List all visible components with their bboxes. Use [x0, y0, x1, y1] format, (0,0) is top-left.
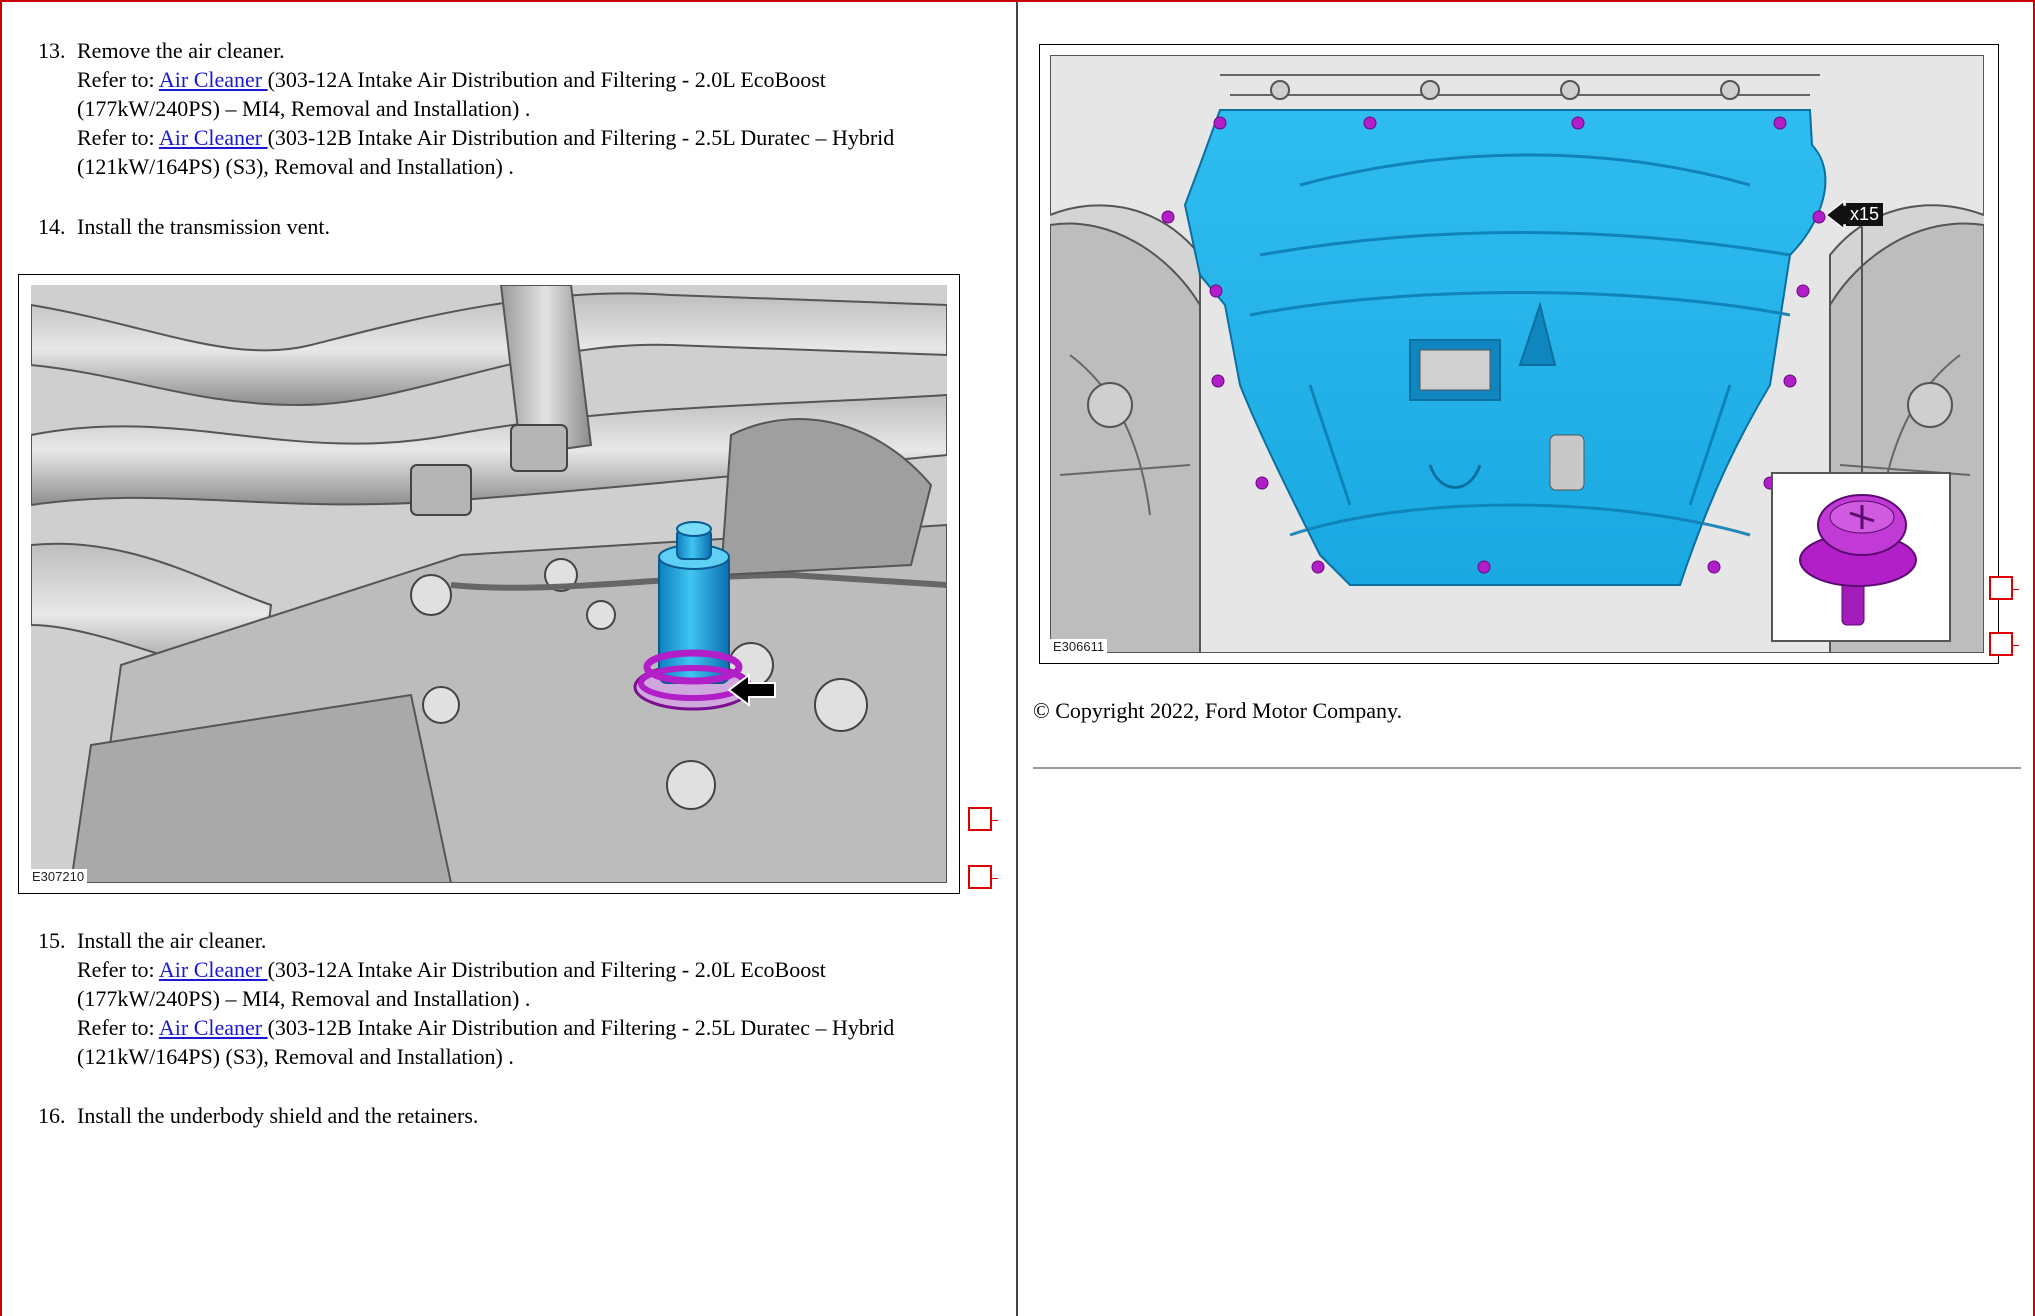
- checkbox[interactable]: [1989, 632, 2019, 656]
- transmission-vent-figure: E307210: [18, 274, 960, 894]
- checkbox[interactable]: [968, 865, 998, 889]
- step-title: Remove the air cleaner.: [77, 38, 285, 63]
- copyright: © Copyright 2022, Ford Motor Company.: [1033, 698, 1403, 723]
- callout-count: x15: [1846, 203, 1884, 226]
- reference-line: Refer to: Air Cleaner (303-12A Intake Ai…: [77, 67, 826, 92]
- step-number: 15.: [38, 928, 66, 953]
- divider: [1033, 767, 2021, 769]
- left-page: 13. Remove the air cleaner. Refer to: Ai…: [0, 0, 1018, 1316]
- step-15: 15. Install the air cleaner. Refer to: A…: [38, 926, 998, 1076]
- figure-label: E306611: [1050, 639, 1108, 654]
- step-13: 13. Remove the air cleaner. Refer to: Ai…: [38, 36, 998, 186]
- reference-line-cont: (121kW/164PS) (S3), Removal and Installa…: [77, 154, 514, 179]
- underbody-illustration: [1050, 55, 1984, 653]
- step-title: Install the air cleaner.: [77, 928, 267, 953]
- right-page: x15 E306611 © Copyright 2022, Ford Motor…: [1018, 0, 2035, 1316]
- reference-line: Refer to: Air Cleaner (303-12A Intake Ai…: [77, 957, 826, 982]
- reference-line-cont: (121kW/164PS) (S3), Removal and Installa…: [77, 1044, 514, 1069]
- engine-illustration: [31, 285, 947, 883]
- reference-line: Refer to: Air Cleaner (303-12B Intake Ai…: [77, 1015, 895, 1040]
- reference-line-cont: (177kW/240PS) – MI4, Removal and Install…: [77, 96, 531, 121]
- step-number: 14.: [38, 214, 66, 239]
- figure-label: E307210: [29, 869, 88, 884]
- reference-line: Refer to: Air Cleaner (303-12B Intake Ai…: [77, 125, 895, 150]
- air-cleaner-link[interactable]: Air Cleaner: [159, 957, 268, 982]
- air-cleaner-link[interactable]: Air Cleaner: [159, 125, 268, 150]
- step-title: Install the transmission vent.: [77, 214, 330, 239]
- step-title: Install the underbody shield and the ret…: [77, 1103, 479, 1128]
- reference-line-cont: (177kW/240PS) – MI4, Removal and Install…: [77, 986, 531, 1011]
- checkbox[interactable]: [1989, 576, 2019, 600]
- step-number: 13.: [38, 38, 66, 63]
- step-16: 16. Install the underbody shield and the…: [38, 1101, 998, 1131]
- step-14: 14. Install the transmission vent.: [38, 212, 998, 242]
- checkbox[interactable]: [968, 807, 998, 831]
- air-cleaner-link[interactable]: Air Cleaner: [159, 67, 268, 92]
- step-number: 16.: [38, 1103, 66, 1128]
- underbody-shield-figure: x15 E306611: [1039, 44, 1999, 664]
- air-cleaner-link[interactable]: Air Cleaner: [159, 1015, 268, 1040]
